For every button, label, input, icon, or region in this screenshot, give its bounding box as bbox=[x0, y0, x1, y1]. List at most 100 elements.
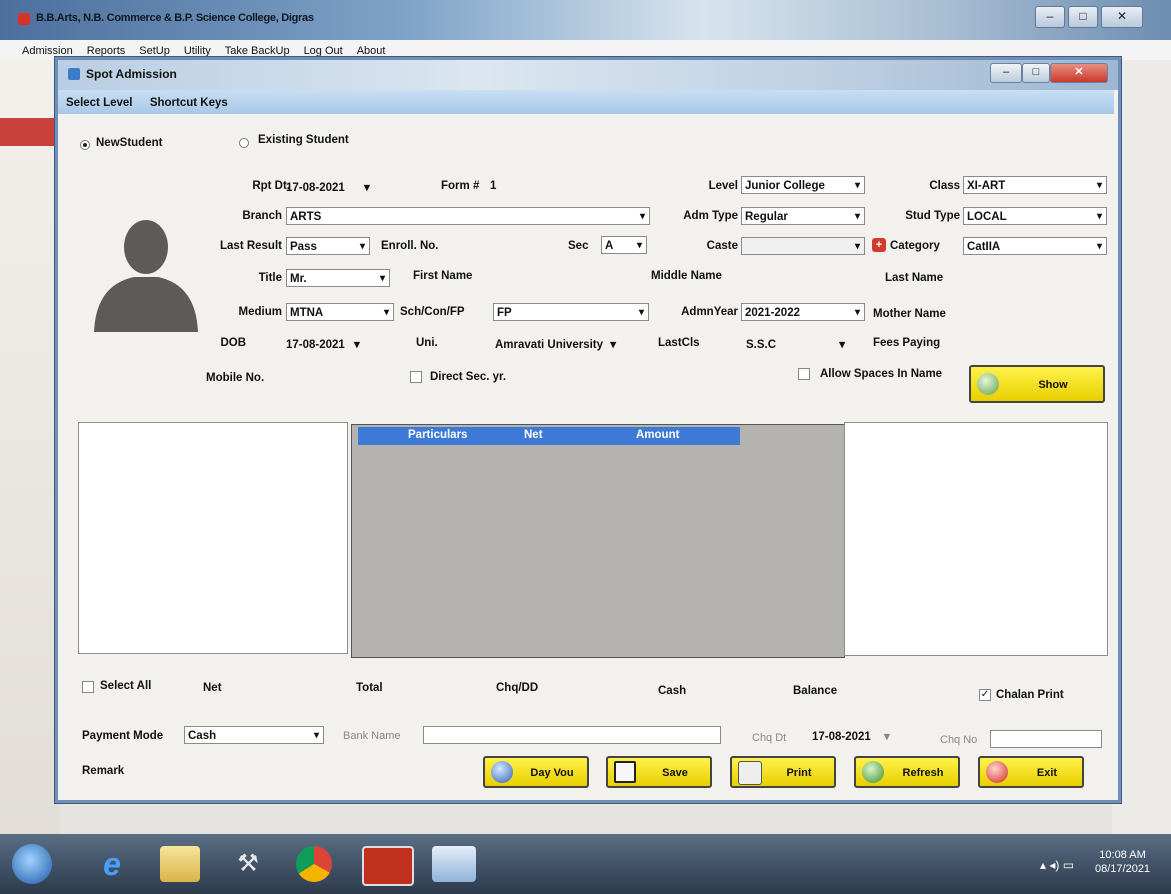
dob-label: DOB bbox=[220, 337, 246, 349]
col-net[interactable]: Net bbox=[524, 429, 543, 441]
sec-select[interactable]: A ▾ bbox=[601, 236, 647, 254]
class-label: Class bbox=[929, 180, 960, 192]
select-all-checkbox[interactable] bbox=[82, 681, 94, 693]
app-close-button[interactable]: ✕ bbox=[1101, 6, 1143, 28]
left-list-panel[interactable] bbox=[78, 422, 348, 654]
enroll-no-label: Enroll. No. bbox=[381, 240, 439, 252]
last-result-label: Last Result bbox=[220, 240, 282, 252]
chq-no-input[interactable] bbox=[990, 730, 1102, 748]
rpt-dt-field[interactable]: 17-08-2021 ▾ bbox=[286, 180, 370, 194]
show-icon bbox=[977, 373, 999, 395]
start-button-icon[interactable] bbox=[12, 844, 52, 884]
select-all-label: Select All bbox=[100, 680, 152, 692]
payment-mode-label: Payment Mode bbox=[82, 730, 164, 742]
chq-no-label: Chq No bbox=[940, 734, 978, 746]
print-button[interactable]: Print bbox=[730, 756, 836, 788]
category-select[interactable]: CatIIA ▾ bbox=[963, 237, 1107, 255]
save-button[interactable]: Save bbox=[606, 756, 712, 788]
uni-select[interactable]: Amravati University ▾ bbox=[495, 337, 616, 351]
last-name-label: Last Name bbox=[885, 272, 944, 284]
rpt-dt-label: Rpt Dt. bbox=[252, 180, 290, 192]
level-select[interactable]: Junior College ▾ bbox=[741, 176, 865, 194]
app-menu-take-backup[interactable]: Take BackUp bbox=[225, 45, 290, 57]
chalan-print-label: Chalan Print bbox=[996, 689, 1064, 701]
direct-sec-checkbox[interactable] bbox=[410, 371, 422, 383]
file-explorer-icon[interactable] bbox=[160, 846, 200, 882]
last-cls-label: LastCls bbox=[658, 337, 700, 349]
dialog-close-button[interactable]: ✕ bbox=[1050, 63, 1108, 83]
menu-shortcut-keys[interactable]: Shortcut Keys bbox=[150, 97, 228, 109]
stud-type-select[interactable]: LOCAL ▾ bbox=[963, 207, 1107, 225]
app-logo-icon bbox=[18, 13, 30, 25]
day-vou-button[interactable]: Day Vou bbox=[483, 756, 589, 788]
net-label: Net bbox=[203, 682, 222, 694]
exit-button[interactable]: Exit bbox=[978, 756, 1084, 788]
app-title: B.B.Arts, N.B. Commerce & B.P. Science C… bbox=[36, 12, 314, 24]
first-name-label: First Name bbox=[413, 270, 473, 282]
tray-icons[interactable]: ▴ ◂) ▭ bbox=[1040, 858, 1074, 872]
col-particulars[interactable]: Particulars bbox=[408, 429, 467, 441]
dialog-title: Spot Admission bbox=[86, 67, 177, 81]
app-taskbar-icon[interactable] bbox=[362, 846, 414, 886]
col-amount[interactable]: Amount bbox=[636, 429, 679, 441]
app-minimize-button[interactable]: – bbox=[1035, 6, 1065, 28]
chq-dt-label: Chq Dt bbox=[752, 732, 787, 744]
adm-type-select[interactable]: Regular ▾ bbox=[741, 207, 865, 225]
app-menu-reports[interactable]: Reports bbox=[87, 45, 126, 57]
last-result-select[interactable]: Pass ▾ bbox=[286, 237, 370, 255]
allow-spaces-checkbox[interactable] bbox=[798, 368, 810, 380]
fees-paying-label: Fees Paying bbox=[873, 337, 941, 349]
tray-clock[interactable]: 10:08 AM 08/17/2021 bbox=[1095, 848, 1150, 876]
bank-name-input[interactable] bbox=[423, 726, 721, 744]
app-menu-log-out[interactable]: Log Out bbox=[304, 45, 343, 57]
adm-type-label: Adm Type bbox=[683, 210, 738, 222]
new-student-radio[interactable] bbox=[80, 140, 90, 150]
add-caste-icon[interactable]: + bbox=[872, 238, 886, 252]
payment-mode-select[interactable]: Cash ▾ bbox=[184, 726, 324, 744]
app-menu-about[interactable]: About bbox=[357, 45, 386, 57]
tray-time: 10:08 AM bbox=[1099, 849, 1146, 861]
branch-label: Branch bbox=[242, 210, 282, 222]
class-select[interactable]: XI-ART ▾ bbox=[963, 176, 1107, 194]
app-maximize-button[interactable]: □ bbox=[1068, 6, 1098, 28]
middle-name-label: Middle Name bbox=[651, 270, 722, 282]
right-list-panel[interactable] bbox=[844, 422, 1108, 656]
dialog-maximize-button[interactable]: □ bbox=[1022, 63, 1050, 83]
app-menu-setup[interactable]: SetUp bbox=[139, 45, 170, 57]
medium-label: Medium bbox=[238, 306, 282, 318]
chrome-icon[interactable] bbox=[296, 846, 332, 882]
balance-label: Balance bbox=[793, 685, 838, 697]
fees-grid[interactable]: Particulars Net Amount bbox=[351, 424, 845, 658]
total-label: Total bbox=[356, 682, 383, 694]
medium-select[interactable]: MTNA ▾ bbox=[286, 303, 394, 321]
student-photo-placeholder bbox=[86, 207, 206, 332]
title-select[interactable]: Mr. ▾ bbox=[286, 269, 390, 287]
admn-year-select[interactable]: 2021-2022 ▾ bbox=[741, 303, 865, 321]
existing-student-radio[interactable] bbox=[239, 138, 249, 148]
dialog-titlebar bbox=[58, 60, 1118, 90]
caste-select[interactable]: ▾ bbox=[741, 237, 865, 255]
show-button[interactable]: Show bbox=[969, 365, 1105, 403]
menu-select-level[interactable]: Select Level bbox=[66, 97, 132, 109]
caste-label: Caste bbox=[706, 240, 738, 252]
app-menu-admission[interactable]: Admission bbox=[22, 45, 73, 57]
app-menu-utility[interactable]: Utility bbox=[184, 45, 211, 57]
chalan-print-checkbox[interactable]: ✓ bbox=[979, 689, 991, 701]
refresh-button[interactable]: Refresh bbox=[854, 756, 960, 788]
existing-student-label: Existing Student bbox=[258, 134, 349, 146]
tools-icon[interactable]: ⚒ bbox=[228, 846, 268, 882]
printer-icon bbox=[738, 761, 762, 785]
word-icon[interactable] bbox=[432, 846, 476, 882]
last-cls-select[interactable]: S.S.C ▾ bbox=[746, 337, 845, 351]
admn-year-label: AdmnYear bbox=[681, 306, 738, 318]
form-no-value: 1 bbox=[490, 180, 497, 192]
refresh-icon bbox=[862, 761, 884, 783]
dialog-minimize-button[interactable]: – bbox=[990, 63, 1022, 83]
spot-admission-dialog: Spot Admission – □ ✕ Select Level Shortc… bbox=[55, 57, 1121, 803]
internet-explorer-icon[interactable]: e bbox=[92, 846, 132, 882]
branch-select[interactable]: ARTS ▾ bbox=[286, 207, 650, 225]
chq-dt-field[interactable]: 17-08-2021 ▾ bbox=[812, 729, 890, 743]
sch-con-fp-select[interactable]: FP ▾ bbox=[493, 303, 649, 321]
dob-field[interactable]: 17-08-2021 ▾ bbox=[286, 337, 360, 351]
uni-label: Uni. bbox=[416, 337, 438, 349]
